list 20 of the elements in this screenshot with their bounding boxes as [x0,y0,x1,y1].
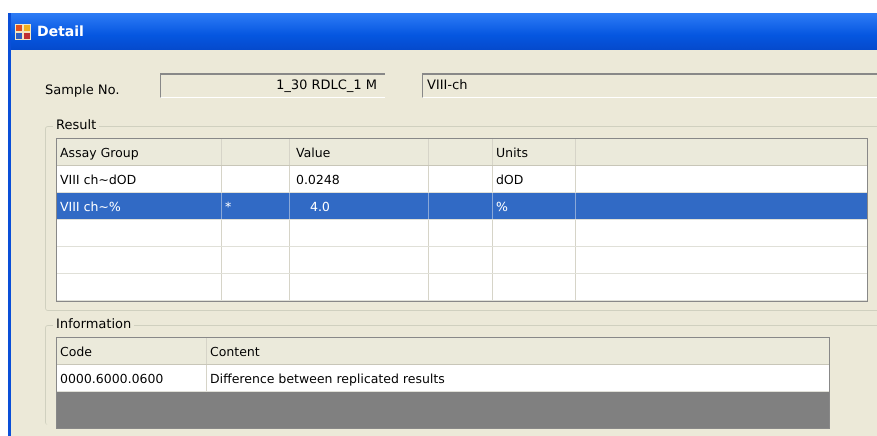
column-header[interactable]: Units [493,139,576,165]
column-header[interactable]: Value [290,139,429,165]
table-cell: dOD [493,166,576,192]
sample-number-field[interactable]: 1_30 RDLC_1 M [160,72,385,98]
table-cell: 0.0248 [290,166,429,192]
table-row[interactable]: VIII ch~% * 4.0 % [57,193,867,220]
table-cell: % [493,193,576,219]
table-cell: VIII ch~dOD [57,166,222,192]
sample-name-field[interactable]: VIII-ch [422,72,877,98]
table-cell: 0000.6000.0600 [57,365,207,391]
sample-label: Sample No. [45,82,120,98]
column-header[interactable]: Code [57,338,207,364]
window-title: Detail [37,24,84,40]
table-cell: VIII ch~% [57,193,222,219]
table-cell-text: Difference between replicated results [209,370,446,388]
table-cell: 4.0 [290,193,429,219]
app-icon [15,24,31,40]
column-header[interactable]: Content [207,338,829,364]
column-header[interactable]: Assay Group [57,139,222,165]
table-cell: * [222,193,290,219]
